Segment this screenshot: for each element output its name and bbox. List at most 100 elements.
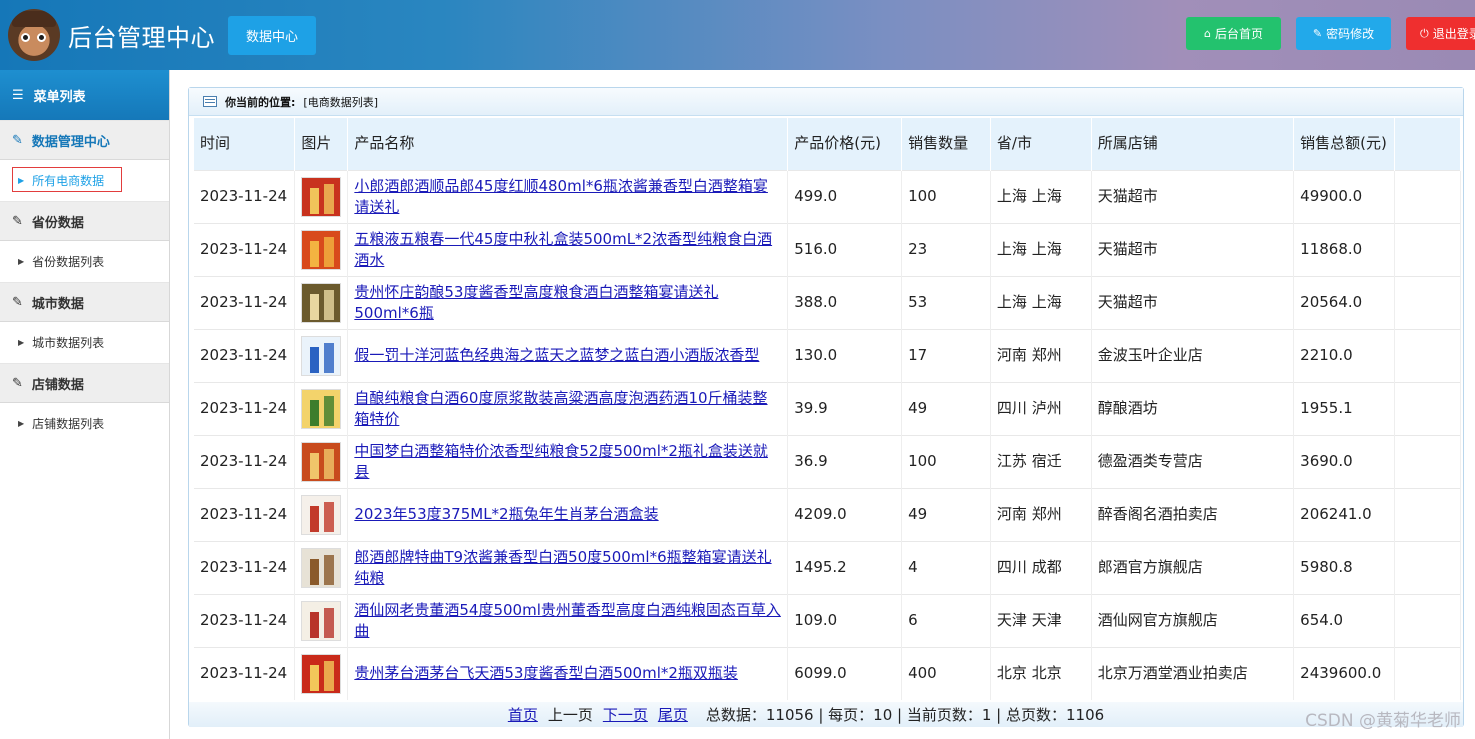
sidebar-group-data-management[interactable]: ✎ 数据管理中心	[0, 120, 169, 160]
sidebar-item-province-list[interactable]: ▶ 省份数据列表	[0, 241, 169, 282]
cell-total: 206241.0	[1293, 487, 1396, 541]
table-header-row: 时间 图片 产品名称 产品价格(元) 销售数量 省/市 所属店铺 销售总额(元)	[194, 118, 1461, 170]
cell-time: 2023-11-24	[194, 328, 296, 382]
cell-region: 四川 成都	[990, 540, 1092, 594]
cell-time: 2023-11-24	[194, 222, 296, 276]
first-page-link[interactable]: 首页	[508, 704, 538, 725]
product-thumbnail[interactable]	[301, 441, 342, 482]
watermark: CSDN @黄菊华老师	[1305, 711, 1461, 731]
next-page-link[interactable]: 下一页	[603, 704, 648, 725]
column-header: 产品价格(元)	[787, 118, 903, 170]
product-thumbnail[interactable]	[301, 229, 342, 270]
change-password-button[interactable]: ✎ 密码修改	[1296, 17, 1391, 50]
product-name-link[interactable]: 贵州茅台酒茅台飞天酒53度酱香型白酒500ml*2瓶双瓶装	[354, 664, 738, 682]
sidebar-item-shop-list[interactable]: ▶ 店铺数据列表	[0, 403, 169, 444]
logout-button[interactable]: ⏻ 退出登录	[1406, 17, 1475, 50]
table-row: 2023-11-24 假一罚十洋河蓝色经典海之蓝天之蓝梦之蓝白酒小酒版浓香型 1…	[194, 328, 1461, 382]
cell-image	[294, 434, 349, 488]
product-name-link[interactable]: 假一罚十洋河蓝色经典海之蓝天之蓝梦之蓝白酒小酒版浓香型	[354, 346, 759, 364]
cell-empty	[1394, 487, 1461, 541]
product-name-link[interactable]: 小郎酒郎酒顺品郎45度红顺480ml*6瓶浓酱兼香型白酒整箱宴请送礼	[354, 177, 768, 216]
edit-icon: ✎	[12, 294, 23, 310]
top-header: 后台管理中心 数据中心 ⌂ 后台首页 ✎ 密码修改 ⏻ 退出登录	[0, 0, 1475, 70]
sidebar-group-shop[interactable]: ✎ 店铺数据	[0, 363, 169, 403]
caret-right-icon: ▶	[18, 257, 25, 266]
home-button[interactable]: ⌂ 后台首页	[1186, 17, 1281, 50]
cell-empty	[1394, 646, 1461, 700]
column-header: 产品名称	[347, 118, 789, 170]
sidebar: ☰ 菜单列表 ✎ 数据管理中心 ▶ 所有电商数据 ✎ 省份数据 ▶ 省份数据列表…	[0, 70, 170, 739]
table-row: 2023-11-24 五粮液五粮春一代45度中秋礼盒装500mL*2浓香型纯粮食…	[194, 222, 1461, 276]
sidebar-item-all-ecommerce[interactable]: ▶ 所有电商数据	[0, 160, 169, 201]
table-row: 2023-11-24 小郎酒郎酒顺品郎45度红顺480ml*6瓶浓酱兼香型白酒整…	[194, 169, 1461, 223]
cell-total: 5980.8	[1293, 540, 1396, 594]
product-thumbnail[interactable]	[301, 335, 342, 376]
product-thumbnail[interactable]	[301, 653, 342, 694]
sidebar-header: ☰ 菜单列表	[0, 70, 169, 120]
cell-total: 654.0	[1293, 593, 1396, 647]
cell-price: 388.0	[787, 275, 903, 329]
column-header: 销售数量	[901, 118, 991, 170]
cell-qty: 100	[901, 169, 991, 223]
cell-region: 江苏 宿迁	[990, 434, 1092, 488]
selection-highlight	[12, 167, 122, 192]
last-page-link[interactable]: 尾页	[658, 704, 688, 725]
product-thumbnail[interactable]	[301, 494, 342, 535]
sidebar-group-city[interactable]: ✎ 城市数据	[0, 282, 169, 322]
cell-price: 1495.2	[787, 540, 903, 594]
product-name-link[interactable]: 2023年53度375ML*2瓶兔年生肖茅台酒盒装	[354, 505, 658, 523]
prev-page-text: 上一页	[547, 706, 593, 724]
data-panel: 你当前的位置: [电商数据列表] 时间 图片 产品名称 产品价格(元) 销售数量…	[188, 87, 1464, 727]
cell-time: 2023-11-24	[194, 540, 296, 594]
change-password-label: 密码修改	[1326, 27, 1375, 41]
product-name-link[interactable]: 五粮液五粮春一代45度中秋礼盒装500mL*2浓香型纯粮食白酒酒水	[354, 230, 772, 269]
cell-total: 11868.0	[1293, 222, 1396, 276]
product-name-link[interactable]: 自酿纯粮食白酒60度原浆散装高粱酒高度泡酒药酒10斤桶装整箱特价	[354, 389, 767, 428]
column-header: 时间	[194, 118, 296, 170]
cell-shop: 天猫超市	[1091, 169, 1295, 223]
ecommerce-table: 时间 图片 产品名称 产品价格(元) 销售数量 省/市 所属店铺 销售总额(元)…	[194, 118, 1461, 700]
cell-name: 中国梦白酒整箱特价浓香型纯粮食52度500ml*2瓶礼盒装送就县	[347, 434, 789, 488]
cell-image	[294, 487, 349, 541]
cell-time: 2023-11-24	[194, 169, 296, 223]
product-name-link[interactable]: 中国梦白酒整箱特价浓香型纯粮食52度500ml*2瓶礼盒装送就县	[354, 442, 768, 481]
cell-time: 2023-11-24	[194, 646, 296, 700]
list-icon: ☰	[12, 87, 24, 103]
table-row: 2023-11-24 郎酒郎牌特曲T9浓酱兼香型白酒50度500ml*6瓶整箱宴…	[194, 540, 1461, 594]
product-name-link[interactable]: 郎酒郎牌特曲T9浓酱兼香型白酒50度500ml*6瓶整箱宴请送礼纯粮	[354, 548, 771, 587]
product-thumbnail[interactable]	[301, 388, 342, 429]
cell-qty: 6	[901, 593, 991, 647]
page-summary: 总数据：11056 | 每页：10 | 当前页数：1 | 总页数：1106	[705, 706, 1105, 724]
window-icon	[203, 96, 217, 107]
logout-label: 退出登录	[1432, 27, 1475, 41]
cell-image	[294, 169, 349, 223]
sidebar-item-city-list[interactable]: ▶ 城市数据列表	[0, 322, 169, 363]
cell-price: 36.9	[787, 434, 903, 488]
table-row: 2023-11-24 贵州怀庄韵酿53度酱香型高度粮食酒白酒整箱宴请送礼500m…	[194, 275, 1461, 329]
cell-region: 河南 郑州	[990, 328, 1092, 382]
cell-shop: 醉香阁名酒拍卖店	[1091, 487, 1295, 541]
cell-image	[294, 328, 349, 382]
cell-image	[294, 381, 349, 435]
sidebar-group-label: 店铺数据	[31, 377, 84, 393]
sidebar-group-province[interactable]: ✎ 省份数据	[0, 201, 169, 241]
column-header: 销售总额(元)	[1293, 118, 1396, 170]
product-name-link[interactable]: 酒仙网老贵董酒54度500ml贵州董香型高度白酒纯粮固态百草入曲	[354, 601, 781, 640]
table-row: 2023-11-24 酒仙网老贵董酒54度500ml贵州董香型高度白酒纯粮固态百…	[194, 593, 1461, 647]
product-thumbnail[interactable]	[301, 176, 342, 217]
product-thumbnail[interactable]	[301, 547, 342, 588]
cell-qty: 49	[901, 381, 991, 435]
product-thumbnail[interactable]	[301, 282, 342, 323]
edit-icon: ✎	[12, 132, 23, 148]
cell-time: 2023-11-24	[194, 275, 296, 329]
product-thumbnail[interactable]	[301, 600, 342, 641]
cell-image	[294, 593, 349, 647]
cell-empty	[1394, 434, 1461, 488]
power-icon: ⏻	[1420, 26, 1429, 40]
cell-price: 6099.0	[787, 646, 903, 700]
home-button-label: 后台首页	[1214, 27, 1263, 41]
product-name-link[interactable]: 贵州怀庄韵酿53度酱香型高度粮食酒白酒整箱宴请送礼500ml*6瓶	[354, 283, 718, 322]
cell-image	[294, 222, 349, 276]
tab-data-center[interactable]: 数据中心	[228, 16, 316, 55]
cell-shop: 天猫超市	[1091, 222, 1295, 276]
